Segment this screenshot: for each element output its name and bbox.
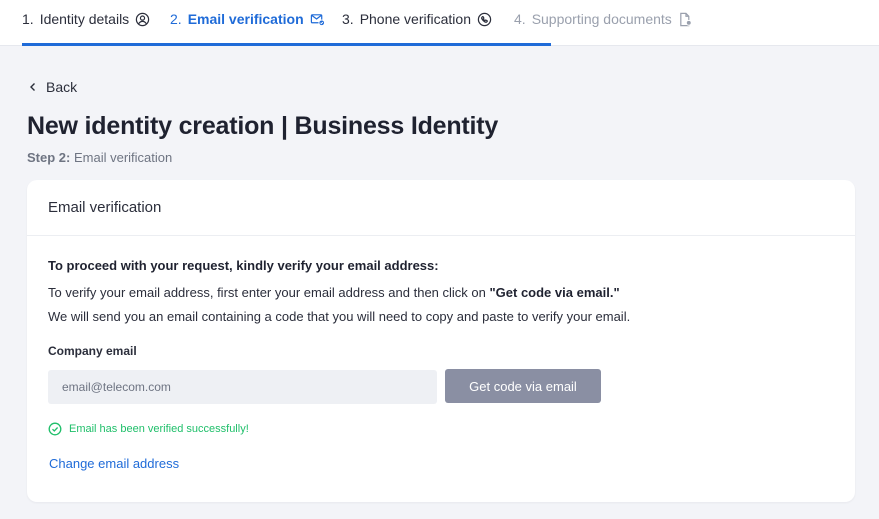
intro-instruction-emphasis: "Get code via email." [489,285,620,300]
back-link[interactable]: Back [28,79,77,95]
step-label: Supporting documents [531,11,672,27]
step-label: Identity details [39,11,130,27]
step-email-verification[interactable]: 2. Email verification [170,0,325,46]
company-email-input[interactable] [48,370,437,404]
step-label: Email verification [187,11,304,27]
check-circle-icon [48,422,62,436]
mail-check-icon [310,13,325,26]
step-identity-details[interactable]: 1. Identity details [22,0,150,46]
stepper-progress-active [171,43,551,46]
get-code-button[interactable]: Get code via email [445,369,601,403]
intro-note: We will send you an email containing a c… [48,309,631,324]
page-title: New identity creation | Business Identit… [27,112,499,140]
stepper-progress-completed [22,43,171,46]
change-email-link[interactable]: Change email address [49,456,179,471]
step-subtitle-label: Email verification [73,150,173,165]
step-phone-verification[interactable]: 3. Phone verification [342,0,492,46]
intro-instruction: To verify your email address, first ente… [48,285,620,300]
step-number: 3. [342,11,354,27]
verification-success-message: Email has been verified successfully! [48,422,249,436]
document-icon [679,12,692,26]
stepper: 1. Identity details 2. Email verificatio… [0,0,879,46]
step-subtitle: Step 2: Email verification [27,150,172,165]
card-title: Email verification [27,180,855,236]
phone-icon [477,12,492,26]
back-label: Back [46,79,78,95]
success-text: Email has been verified successfully! [69,423,249,435]
step-prefix: Step 2: [27,150,71,165]
company-email-label: Company email [48,344,137,358]
step-label: Phone verification [359,11,471,27]
step-number: 4. [514,11,526,27]
intro-heading: To proceed with your request, kindly ver… [48,258,439,273]
chevron-left-icon [30,83,35,91]
step-supporting-documents[interactable]: 4. Supporting documents [514,0,693,46]
email-verification-card: Email verification To proceed with your … [27,180,855,502]
step-number: 1. [22,11,34,27]
step-number: 2. [170,11,182,27]
intro-instruction-text: To verify your email address, first ente… [48,285,486,300]
user-circle-icon [135,12,150,26]
